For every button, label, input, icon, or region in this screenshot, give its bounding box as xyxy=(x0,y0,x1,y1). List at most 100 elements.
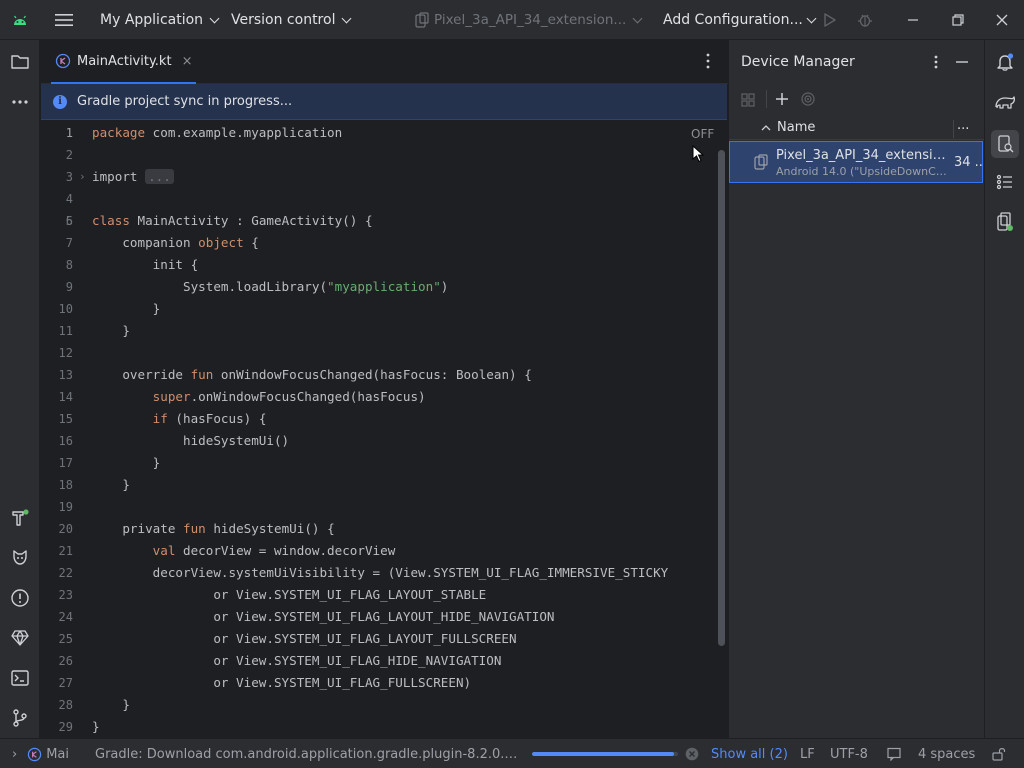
device-api-level: 34 ... xyxy=(954,155,988,170)
keyword: super xyxy=(92,389,191,404)
wifi-pairing-button[interactable] xyxy=(800,91,816,111)
device-selector[interactable]: Pixel_3a_API_34_extension... xyxy=(415,0,643,40)
code-line: 2 xyxy=(41,144,727,166)
code-text: com.example.myapplication xyxy=(145,125,343,140)
encoding-widget[interactable]: UTF-8 xyxy=(830,739,868,768)
pair-devices-button[interactable] xyxy=(741,92,757,112)
background-task[interactable]: Gradle: Download com.android.application… xyxy=(95,739,525,768)
line-number: 1 xyxy=(65,126,73,140)
code-line: 20 private fun hideSystemUi() { xyxy=(41,518,727,540)
title-bar: My Application Version control Pixel_3a_… xyxy=(0,0,1024,40)
editor-scrollbar[interactable] xyxy=(718,150,725,646)
gradle-tool-button[interactable] xyxy=(993,90,1017,114)
build-tool-button[interactable] xyxy=(8,506,32,530)
mouse-cursor-icon xyxy=(692,145,704,163)
run-button[interactable] xyxy=(823,0,837,40)
code-text: } xyxy=(92,323,130,338)
logcat-tool-button[interactable] xyxy=(8,546,32,570)
run-configuration-dropdown[interactable]: Add Configuration... xyxy=(663,0,817,40)
app-quality-tool-button[interactable] xyxy=(8,626,32,650)
problems-tool-button[interactable] xyxy=(8,586,32,610)
line-number: 7 xyxy=(65,236,73,250)
line-number: 11 xyxy=(58,324,73,338)
code-text: onWindowFocusChanged(hasFocus: Boolean) … xyxy=(213,367,532,382)
kotlin-file-icon xyxy=(55,53,71,69)
sort-ascending-icon[interactable] xyxy=(761,124,771,132)
running-devices-tool-button[interactable] xyxy=(993,210,1017,234)
more-horizontal-icon xyxy=(12,100,28,104)
more-tools-button[interactable] xyxy=(8,90,32,114)
line-separator-widget[interactable]: LF xyxy=(800,739,815,768)
code-line: 19 xyxy=(41,496,727,518)
code-line: 27 or View.SYSTEM_UI_FLAG_FULLSCREEN) xyxy=(41,672,727,694)
unlock-icon xyxy=(992,748,1006,761)
code-text: init { xyxy=(92,257,199,272)
main-menu-button[interactable] xyxy=(55,0,73,40)
git-tool-button[interactable] xyxy=(8,706,32,730)
tab-close-icon[interactable]: × xyxy=(182,54,193,69)
line-number: 24 xyxy=(58,610,73,624)
device-manager-tool-button[interactable] xyxy=(991,130,1019,158)
line-number: 23 xyxy=(58,588,73,602)
line-number: 8 xyxy=(65,258,73,272)
tab-mainactivity[interactable]: MainActivity.kt × xyxy=(51,40,196,84)
fold-expand-icon[interactable]: › xyxy=(79,166,86,188)
close-window-button[interactable] xyxy=(996,0,1008,40)
device-grid-icon xyxy=(741,93,755,107)
code-line: 11 } xyxy=(41,320,727,342)
code-editor-content[interactable]: 1 package com.example.myapplication 2 3 › i… xyxy=(41,121,727,738)
code-line: 22 decorView.systemUiVisibility = (View.… xyxy=(41,562,727,584)
folded-imports[interactable]: ... xyxy=(145,169,174,184)
line-number: 4 xyxy=(65,192,73,206)
cancel-task-button[interactable] xyxy=(685,739,699,768)
keyword: object xyxy=(198,235,244,250)
panel-options-button[interactable] xyxy=(931,54,941,74)
structure-tool-button[interactable] xyxy=(993,170,1017,194)
code-line: 10 } xyxy=(41,298,727,320)
status-bar: › Mai Gradle: Download com.android.appli… xyxy=(0,738,1024,768)
project-tool-button[interactable] xyxy=(8,50,32,74)
column-header-more[interactable]: ... xyxy=(957,118,969,133)
device-row[interactable]: Pixel_3a_API_34_extension_level_7_x86_64… xyxy=(729,141,987,183)
code-line: 16 hideSystemUi() xyxy=(41,430,727,452)
column-header-name[interactable]: Name xyxy=(777,120,815,135)
line-number: 3 xyxy=(65,170,73,184)
code-line: 18 } xyxy=(41,474,727,496)
indent-widget[interactable]: 4 spaces xyxy=(918,739,975,768)
version-control-dropdown[interactable]: Version control xyxy=(231,0,352,40)
show-all-tasks-link[interactable]: Show all (2) xyxy=(711,739,788,768)
notifications-button[interactable] xyxy=(993,50,1017,74)
debug-button[interactable] xyxy=(857,0,873,40)
terminal-tool-button[interactable] xyxy=(8,666,32,690)
code-line: 4 xyxy=(41,188,727,210)
hide-panel-button[interactable] xyxy=(955,54,969,74)
read-only-toggle[interactable] xyxy=(992,739,1006,768)
code-text: hideSystemUi() xyxy=(92,433,290,448)
wifi-icon xyxy=(801,92,815,106)
line-number: 26 xyxy=(58,654,73,668)
list-icon xyxy=(996,174,1012,190)
cat-icon xyxy=(13,550,27,565)
keyword: fun xyxy=(190,367,214,382)
line-number: 19 xyxy=(58,500,73,514)
code-line: 17 } xyxy=(41,452,727,474)
add-device-button[interactable] xyxy=(775,92,789,110)
banner-text: Gradle project sync in progress... xyxy=(77,94,293,109)
line-number: 18 xyxy=(58,478,73,492)
inspection-status-label[interactable]: OFF xyxy=(691,127,714,141)
restore-button[interactable] xyxy=(952,0,964,40)
code-text: or View.SYSTEM_UI_FLAG_HIDE_NAVIGATION xyxy=(92,653,502,668)
code-text: private xyxy=(92,521,183,536)
code-line: 12 xyxy=(41,342,727,364)
breadcrumb[interactable]: › Mai xyxy=(12,739,69,768)
code-line: 13 override fun onWindowFocusChanged(has… xyxy=(41,364,727,386)
code-text: companion xyxy=(92,235,199,250)
tab-options-button[interactable] xyxy=(701,52,715,74)
line-number: 20 xyxy=(58,522,73,536)
android-app-icon xyxy=(12,0,28,40)
project-dropdown[interactable]: My Application xyxy=(100,0,220,40)
line-number: 13 xyxy=(58,368,73,382)
memory-indicator-button[interactable] xyxy=(887,739,901,768)
minimize-button[interactable] xyxy=(907,0,919,40)
code-text: or View.SYSTEM_UI_FLAG_FULLSCREEN) xyxy=(92,675,472,690)
